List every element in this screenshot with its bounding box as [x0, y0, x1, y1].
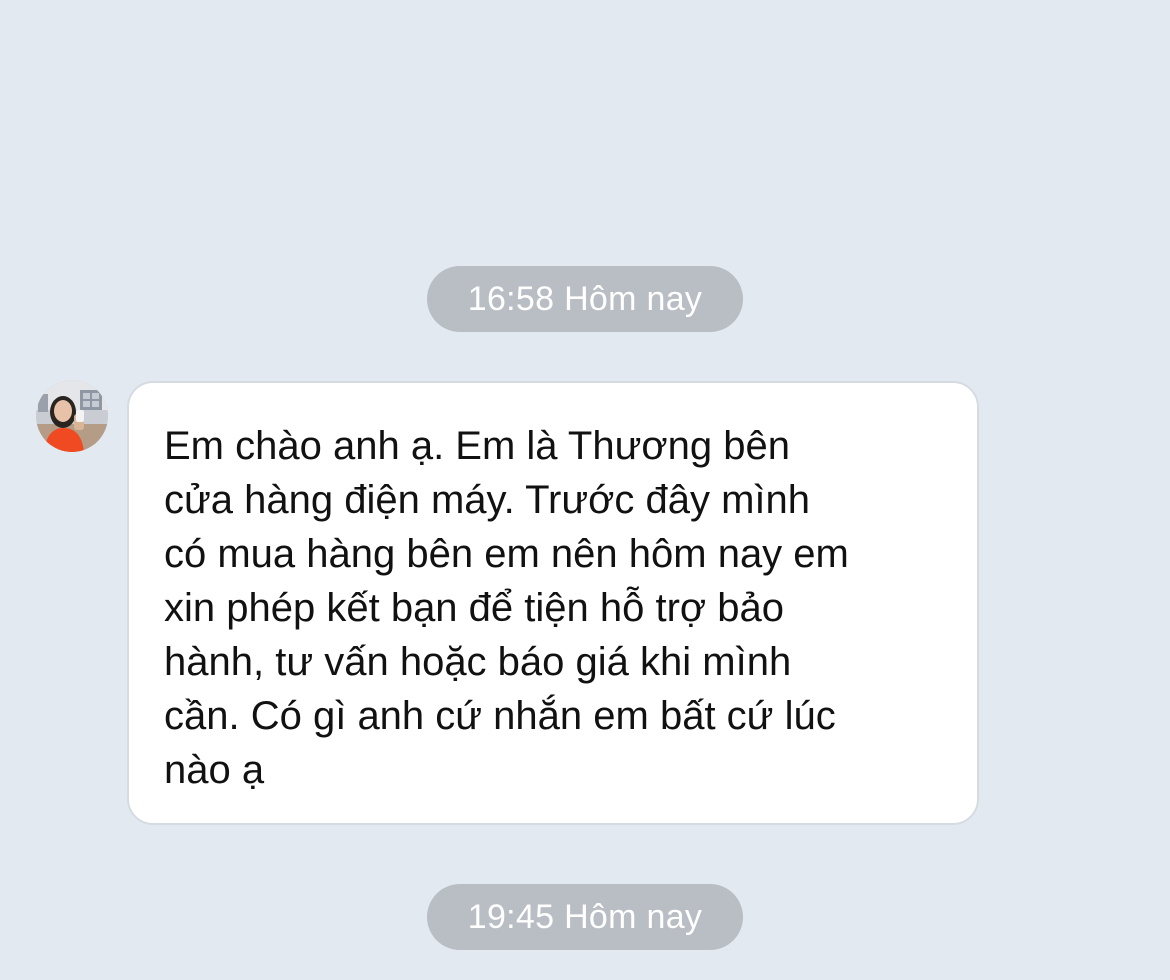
timestamp-pill: 16:58 Hôm nay	[427, 266, 743, 332]
sender-avatar[interactable]	[36, 380, 108, 452]
message-text: Em chào anh ạ. Em là Thương bên cửa hàng…	[164, 424, 849, 792]
message-bubble[interactable]: Em chào anh ạ. Em là Thương bên cửa hàng…	[127, 381, 979, 825]
avatar-photo-icon	[36, 380, 108, 452]
timestamp-pill: 19:45 Hôm nay	[427, 884, 743, 950]
chat-area[interactable]: 16:58 Hôm nay Em chào anh ạ. Em là Thươn…	[0, 0, 1170, 980]
